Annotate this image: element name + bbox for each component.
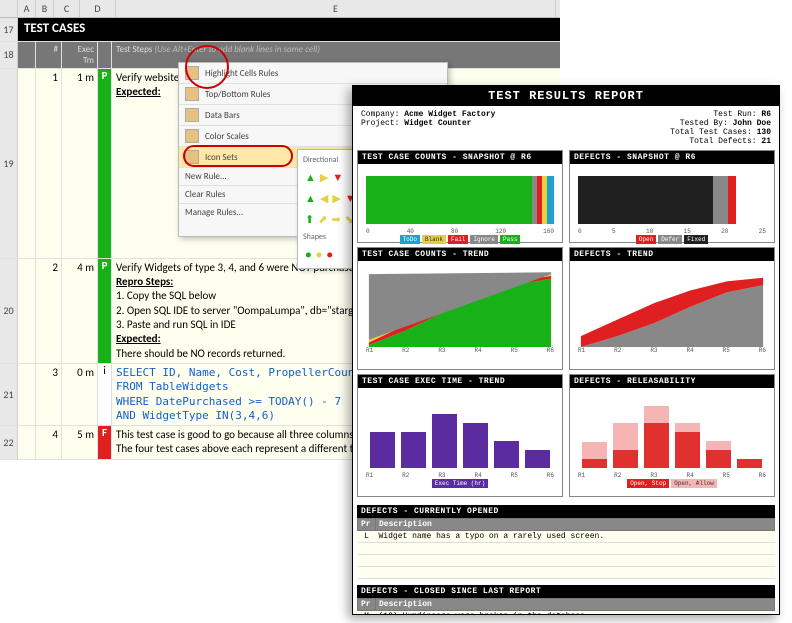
chart-exec-time: TEST CASE EXEC TIME - TREND R1R2R3R4R5R6…: [357, 374, 563, 497]
status-pass: P: [98, 259, 112, 363]
chart-defects-snapshot: DEFECTS - SNAPSHOT @ R6 0510152025 Open …: [569, 150, 775, 243]
status-ignore: i: [98, 364, 112, 425]
chart-testcase-snapshot: TEST CASE COUNTS - SNAPSHOT @ R6 0408012…: [357, 150, 563, 243]
hdr-stat: [98, 42, 112, 68]
col-E[interactable]: E: [116, 0, 556, 17]
table-row: M(12) Humdingers were broken in the data…: [358, 611, 775, 616]
chart-defects-trend: DEFECTS - TREND R1R2R3R4R5R6: [569, 247, 775, 370]
row-header[interactable]: 18: [0, 42, 18, 68]
test-results-report: TEST RESULTS REPORT Company: Acme Widget…: [352, 85, 780, 615]
row-header[interactable]: 21: [0, 364, 18, 425]
databars-icon: [185, 108, 199, 122]
case-exec: 1 m: [62, 69, 98, 258]
chart-releasability: DEFECTS - RELEASABILITY R1R2R3R4R5R6 Ope…: [569, 374, 775, 497]
status-pass: P: [98, 69, 112, 258]
col-B[interactable]: B: [36, 0, 54, 17]
table-row: LWidget name has a typo on a rarely used…: [358, 531, 775, 543]
case-num: 1: [36, 69, 62, 258]
chart-testcase-trend: TEST CASE COUNTS - TREND R1R2R3R4R5R6: [357, 247, 563, 370]
column-headers: A B C D E: [0, 0, 560, 18]
status-fail: F: [98, 426, 112, 459]
section-title: TEST CASES: [18, 18, 560, 41]
row-header[interactable]: 20: [0, 259, 18, 363]
report-meta: Company: Acme Widget Factory Project: Wi…: [353, 106, 779, 150]
col-D[interactable]: D: [80, 0, 116, 17]
annotation-circle: [183, 145, 293, 167]
row-header[interactable]: 22: [0, 426, 18, 459]
row-header[interactable]: 19: [0, 69, 18, 258]
case-exec: 5 m: [62, 426, 98, 459]
section-open-defects: DEFECTS - CURRENTLY OPENED: [357, 505, 775, 518]
section-closed-defects: DEFECTS - CLOSED SINCE LAST REPORT: [357, 585, 775, 598]
topbottom-icon: [185, 87, 199, 101]
open-defects-table: PrDescription LWidget name has a typo on…: [357, 518, 775, 579]
annotation-circle: [185, 45, 229, 89]
report-title: TEST RESULTS REPORT: [353, 86, 779, 106]
case-num: 3: [36, 364, 62, 425]
case-num: 2: [36, 259, 62, 363]
case-exec: 0 m: [62, 364, 98, 425]
hdr-num: #: [36, 42, 62, 68]
col-C[interactable]: C: [54, 0, 80, 17]
colorscales-icon: [185, 129, 199, 143]
row-header[interactable]: 17: [0, 18, 18, 41]
case-exec: 4 m: [62, 259, 98, 363]
closed-defects-table: PrDescription M(12) Humdingers were brok…: [357, 598, 775, 615]
case-num: 4: [36, 426, 62, 459]
col-A[interactable]: A: [18, 0, 36, 17]
hdr-exec: Exec Tm: [62, 42, 98, 68]
